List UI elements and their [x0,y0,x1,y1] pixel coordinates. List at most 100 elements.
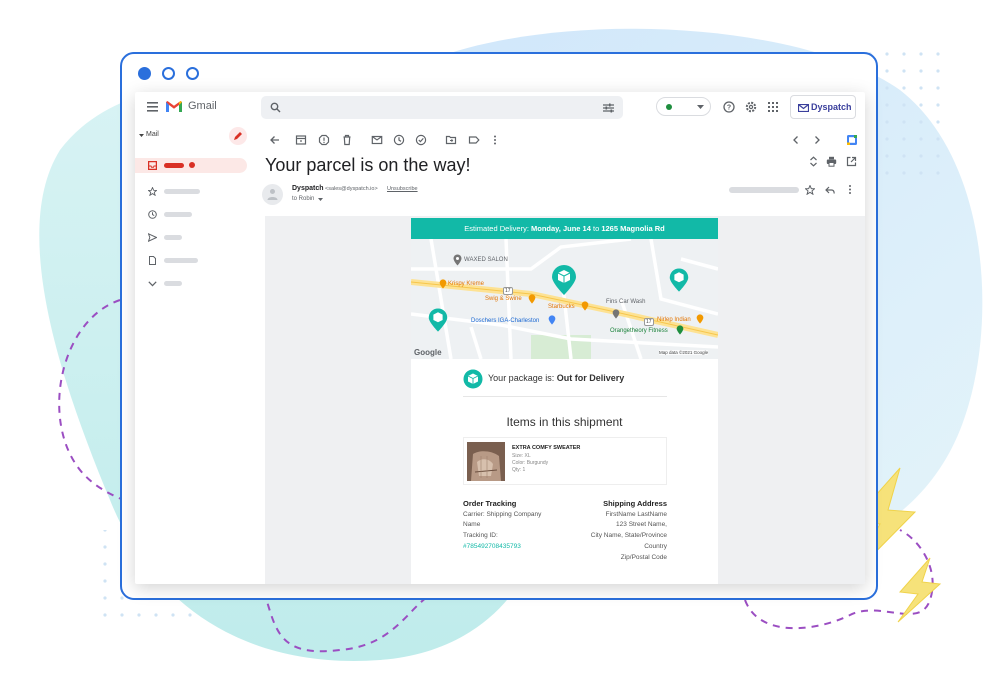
gmail-wordmark: Gmail [188,100,217,112]
map-label-krispy-kreme: Krispy Kreme [448,281,485,287]
older-chevron-right-icon[interactable] [811,134,823,146]
clock-icon[interactable] [148,210,157,219]
mail-section-label[interactable]: Mail [146,131,159,138]
item-card[interactable]: EXTRA COMFY SWEATER Size: XL Color: Burg… [463,437,667,485]
recipient-line[interactable]: to Robin [292,196,314,202]
dropdown-arrow-icon [697,105,704,109]
star-email-icon[interactable] [805,185,815,195]
sender-name[interactable]: Dyspatch [292,185,324,192]
person-icon [267,189,278,200]
google-map-logo: Google [414,348,442,357]
add-task-icon[interactable] [415,134,427,146]
print-icon[interactable] [826,156,837,167]
inbox-icon [148,161,157,170]
sidebar-item-snoozed[interactable] [164,212,192,217]
parcel-pin-icon [428,308,448,332]
window-dot-filled[interactable] [138,67,151,80]
tracking-id-link[interactable]: #785492708435793 [463,543,521,550]
email-subject: Your parcel is on the way! [265,155,471,175]
sidebar-item-inbox[interactable] [135,158,247,173]
sender-email: <sales@dyspatch.io> [325,186,378,192]
mark-unread-icon[interactable] [371,134,383,146]
teal-pin-right[interactable] [669,267,689,293]
item-name: EXTRA COMFY SWEATER [512,445,581,451]
food-pin-icon [528,294,536,304]
inbox-label-placeholder [164,163,184,168]
item-qty: Qty: 1 [512,467,526,473]
gym-pin-icon [676,325,684,335]
sidebar-item-sent[interactable] [164,235,182,240]
delete-icon[interactable] [341,134,353,146]
tracking-id-label: Tracking ID: [463,532,498,539]
reply-icon[interactable] [825,185,835,195]
status-prefix: Your package is: [488,373,555,383]
recipient-details-arrow-icon[interactable] [318,198,323,202]
report-spam-icon[interactable] [318,134,330,146]
banner-address: 1265 Magnolia Rd [601,224,665,233]
pencil-icon [234,132,242,140]
svg-text:?: ? [727,105,731,112]
map-attribution[interactable]: Map data ©2021 Google [659,350,709,355]
teal-pin-left[interactable] [428,307,448,333]
label-icon[interactable] [468,134,480,146]
shopping-pin-icon [548,315,556,325]
move-to-icon[interactable] [445,134,457,146]
chevron-down-icon[interactable] [148,281,157,287]
newer-chevron-left-icon[interactable] [790,134,802,146]
map-label-fins-car-wash: Fins Car Wash [606,299,646,305]
send-icon[interactable] [148,233,157,242]
parcel-pin-icon [552,265,576,295]
expand-all-icon[interactable] [809,156,818,167]
search-bar[interactable] [261,96,623,119]
email-template: Estimated Delivery: Monday, June 14 to 1… [411,218,718,584]
food-pin-icon [696,314,704,324]
shipping-street: 123 Street Name, [616,521,667,528]
teal-pin-main[interactable] [551,264,577,296]
banner-date: Monday, June 14 [531,224,591,233]
dyspatch-logo-icon [798,104,809,112]
sidebar-item-starred[interactable] [164,189,200,194]
star-icon[interactable] [148,187,157,196]
map-label-swig-swine: Swig & Swine [485,296,522,302]
help-icon[interactable]: ? [723,101,735,113]
compose-button[interactable] [229,127,247,145]
sidebar-item-more[interactable] [164,281,182,286]
settings-gear-icon[interactable] [745,101,757,113]
gmail-logo-icon[interactable] [165,100,183,113]
banner-to: to [592,224,600,233]
map-label-orangetheory: Orangetheory Fitness [610,328,668,334]
route-shield-2: 17 [644,318,654,326]
back-arrow-icon[interactable] [269,134,281,146]
account-dyspatch-button[interactable]: Dyspatch [790,95,856,119]
calendar-addon-icon[interactable] [846,134,858,146]
mail-expand-icon[interactable] [139,133,144,138]
coffee-pin-icon [581,301,589,311]
delivery-map[interactable]: WAXED SALON Krispy Kreme 17 Swig & Swine… [411,239,718,359]
sender-avatar[interactable] [262,184,283,205]
apps-grid-icon[interactable] [768,102,778,112]
snooze-clock-icon[interactable] [393,134,405,146]
open-in-new-window-icon[interactable] [846,156,857,167]
items-heading: Items in this shipment [506,415,623,429]
window-dot-outline-2[interactable] [186,67,199,80]
more-vert-icon[interactable] [489,134,501,146]
file-icon[interactable] [148,256,157,265]
status-dot-icon [666,104,672,110]
tracking-carrier-cont: Name [463,521,481,528]
inbox-count-placeholder [189,162,195,168]
map-label-starbucks: Starbucks [548,304,575,310]
archive-icon[interactable] [295,134,307,146]
parcel-pin-icon [669,268,689,292]
hamburger-menu-icon[interactable] [147,102,159,112]
map-label-doschers: Doschers IGA-Charleston [471,318,540,324]
window-dot-outline-1[interactable] [162,67,175,80]
search-icon[interactable] [270,102,281,113]
status-selector[interactable] [656,97,711,116]
more-options-icon[interactable] [845,184,855,195]
status-value: Out for Delivery [556,373,625,383]
sweater-product-image [467,442,505,481]
package-status: Your package is: Out for Delivery [488,373,624,383]
sidebar-item-drafts[interactable] [164,258,198,263]
search-filter-icon[interactable] [603,103,614,113]
unsubscribe-link[interactable]: Unsubscribe [387,186,418,192]
